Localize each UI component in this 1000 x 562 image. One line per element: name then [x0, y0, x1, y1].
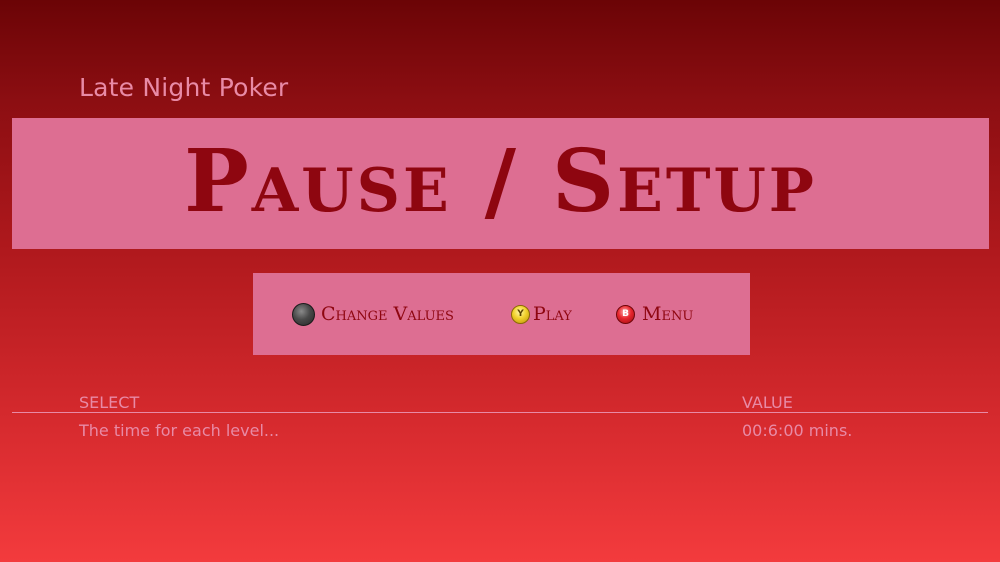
menu-label: Menu: [642, 303, 694, 325]
b-button-icon: B: [616, 304, 635, 324]
pause-setup-screen: { "app_title": "Late Night Poker", "bann…: [0, 0, 1000, 562]
setting-value[interactable]: 00:6:00 mins.: [742, 421, 852, 440]
table-divider: [12, 412, 988, 413]
select-column-header: SELECT: [79, 393, 140, 412]
controls-panel: Change Values Y Play B Menu: [253, 273, 750, 355]
app-title: Late Night Poker: [79, 73, 289, 102]
left-stick-icon: [292, 302, 315, 326]
change-values-button[interactable]: Change Values: [292, 302, 454, 326]
value-column-header: VALUE: [742, 393, 793, 412]
setting-name[interactable]: The time for each level...: [79, 421, 279, 440]
page-title: Pause / Setup: [184, 130, 817, 232]
change-values-label: Change Values: [321, 303, 454, 325]
play-button[interactable]: Y Play: [511, 303, 572, 325]
title-banner: Pause / Setup: [12, 118, 989, 249]
y-button-icon: Y: [511, 304, 530, 324]
menu-button[interactable]: B Menu: [616, 303, 693, 325]
play-label: Play: [533, 303, 572, 325]
